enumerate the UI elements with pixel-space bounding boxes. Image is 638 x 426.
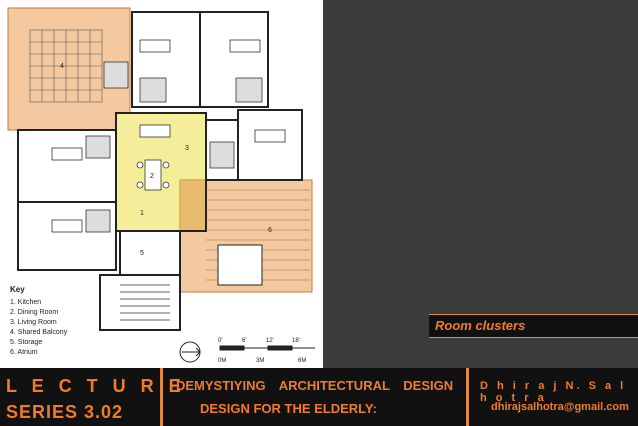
scale-label: 0'	[218, 338, 222, 344]
slide: 4 2 3 1 5 6 Key 1. Kitchen 2. Dining Roo…	[0, 0, 638, 426]
scale-label: 18'	[292, 338, 300, 344]
key-item: 2. Dining Room	[10, 309, 58, 316]
key-title: Key	[10, 285, 25, 294]
key-item: 1. Kitchen	[10, 299, 41, 306]
lecture-title: DEMYSTIYING ARCHITECTURAL DESIGN	[176, 378, 454, 393]
floor-plan-drawing: 4 2 3 1 5 6 Key 1. Kitchen 2. Dining Roo…	[7, 7, 315, 364]
room-number-1: 1	[140, 210, 144, 217]
highlight-overlap-zone	[180, 180, 206, 231]
key-item: 4. Shared Balcony	[10, 329, 68, 336]
caption-text: Room clusters	[435, 318, 526, 333]
north-arrow-icon	[179, 341, 201, 363]
scale-label: 12'	[266, 338, 274, 344]
room-number-6: 6	[268, 227, 272, 234]
scale-label: 0M	[218, 358, 226, 364]
footer-divider	[160, 368, 163, 426]
lecture-subtitle: DESIGN FOR THE ELDERLY:	[200, 401, 377, 416]
footer-divider	[466, 368, 469, 426]
series-label: SERIES 3.02	[6, 402, 124, 422]
floor-plan: 4 2 3 1 5 6 Key 1. Kitchen 2. Dining Roo…	[0, 0, 323, 368]
key-item: 6. Atrium	[10, 349, 38, 356]
lecture-label: L E C T U R E	[6, 376, 186, 396]
room-number-2: 2	[150, 173, 154, 180]
scale-bar	[219, 345, 315, 351]
room-number-5: 5	[140, 250, 144, 257]
dark-panel	[323, 0, 638, 368]
atrium-room	[217, 244, 263, 286]
author-email: dhirajsalhotra@gmail.com	[491, 401, 629, 413]
room-number-3: 3	[185, 145, 189, 152]
scale-label: 6M	[298, 358, 306, 364]
key-item: 3. Living Room	[10, 319, 57, 326]
footer-bar: L E C T U R E SERIES 3.02 DEMYSTIYING AR…	[0, 368, 638, 426]
stairs	[120, 284, 170, 321]
room-number-4: 4	[60, 63, 64, 70]
caption-box: Room clusters	[429, 314, 638, 338]
scale-label: 6'	[242, 338, 246, 344]
scale-label: 3M	[256, 358, 264, 364]
key-item: 5. Storage	[10, 339, 42, 346]
